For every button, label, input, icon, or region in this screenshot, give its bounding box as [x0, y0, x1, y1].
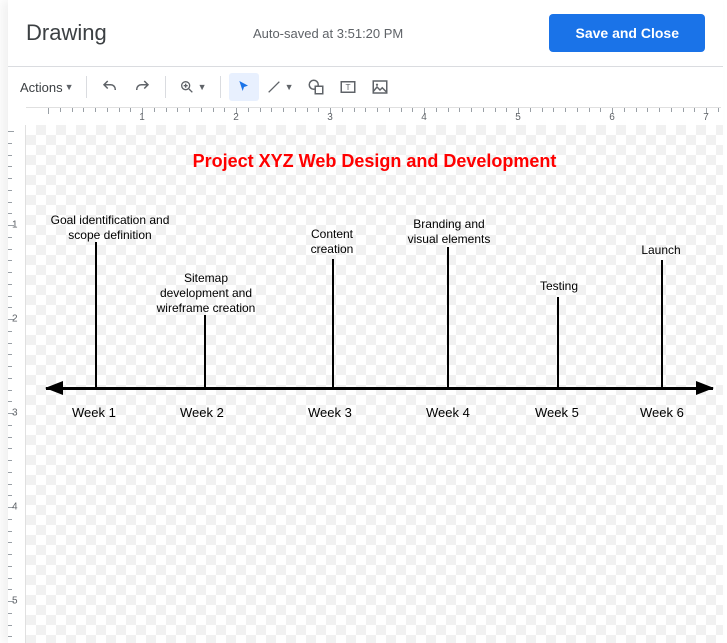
- drawing-canvas[interactable]: Project XYZ Web Design and Development G…: [26, 125, 723, 643]
- chevron-down-icon: ▼: [285, 82, 294, 92]
- milestone-stem[interactable]: [557, 297, 559, 387]
- milestone-label[interactable]: Goal identification and scope definition: [40, 213, 180, 243]
- milestone-stem[interactable]: [95, 242, 97, 387]
- milestone-label[interactable]: Sitemap development and wireframe creati…: [146, 271, 266, 316]
- milestone-stem[interactable]: [447, 247, 449, 387]
- image-tool-button[interactable]: [365, 73, 395, 101]
- chevron-down-icon: ▼: [65, 82, 74, 92]
- week-label[interactable]: Week 3: [308, 405, 352, 420]
- dialog-title: Drawing: [26, 20, 107, 46]
- select-tool-button[interactable]: [229, 73, 259, 101]
- vertical-ruler: 12345: [8, 125, 26, 643]
- separator: [165, 76, 166, 98]
- milestone-label[interactable]: Launch: [626, 243, 696, 258]
- arrow-left-icon: [45, 381, 63, 395]
- save-and-close-button[interactable]: Save and Close: [549, 14, 705, 52]
- redo-button[interactable]: [127, 73, 157, 101]
- arrow-right-icon: [696, 381, 714, 395]
- textbox-tool-button[interactable]: T: [333, 73, 363, 101]
- work-area: 12345 Project XYZ Web Design and Develop…: [8, 125, 723, 643]
- horizontal-ruler: 1234567: [26, 107, 721, 125]
- milestone-stem[interactable]: [661, 260, 663, 387]
- week-label[interactable]: Week 6: [640, 405, 684, 420]
- separator: [220, 76, 221, 98]
- shape-tool-button[interactable]: [301, 73, 331, 101]
- timeline-axis[interactable]: [46, 387, 713, 390]
- milestone-stem[interactable]: [332, 259, 334, 387]
- week-label[interactable]: Week 2: [180, 405, 224, 420]
- zoom-menu-button[interactable]: ▼: [174, 73, 212, 101]
- drawing-dialog: Drawing Auto-saved at 3:51:20 PM Save an…: [8, 0, 723, 643]
- toolbar: Actions ▼ ▼ ▼ T: [8, 67, 723, 107]
- chevron-down-icon: ▼: [198, 82, 207, 92]
- actions-menu-button[interactable]: Actions ▼: [16, 76, 78, 99]
- dialog-header: Drawing Auto-saved at 3:51:20 PM Save an…: [8, 0, 723, 66]
- undo-button[interactable]: [95, 73, 125, 101]
- svg-text:T: T: [345, 83, 350, 92]
- canvas-title-text[interactable]: Project XYZ Web Design and Development: [26, 151, 723, 172]
- week-label[interactable]: Week 5: [535, 405, 579, 420]
- milestone-label[interactable]: Content creation: [292, 227, 372, 257]
- separator: [86, 76, 87, 98]
- line-tool-button[interactable]: ▼: [261, 73, 299, 101]
- week-label[interactable]: Week 1: [72, 405, 116, 420]
- week-label[interactable]: Week 4: [426, 405, 470, 420]
- milestone-label[interactable]: Branding and visual elements: [394, 217, 504, 247]
- autosave-status: Auto-saved at 3:51:20 PM: [253, 26, 403, 41]
- milestone-stem[interactable]: [204, 315, 206, 387]
- actions-label: Actions: [20, 80, 63, 95]
- milestone-label[interactable]: Testing: [524, 279, 594, 294]
